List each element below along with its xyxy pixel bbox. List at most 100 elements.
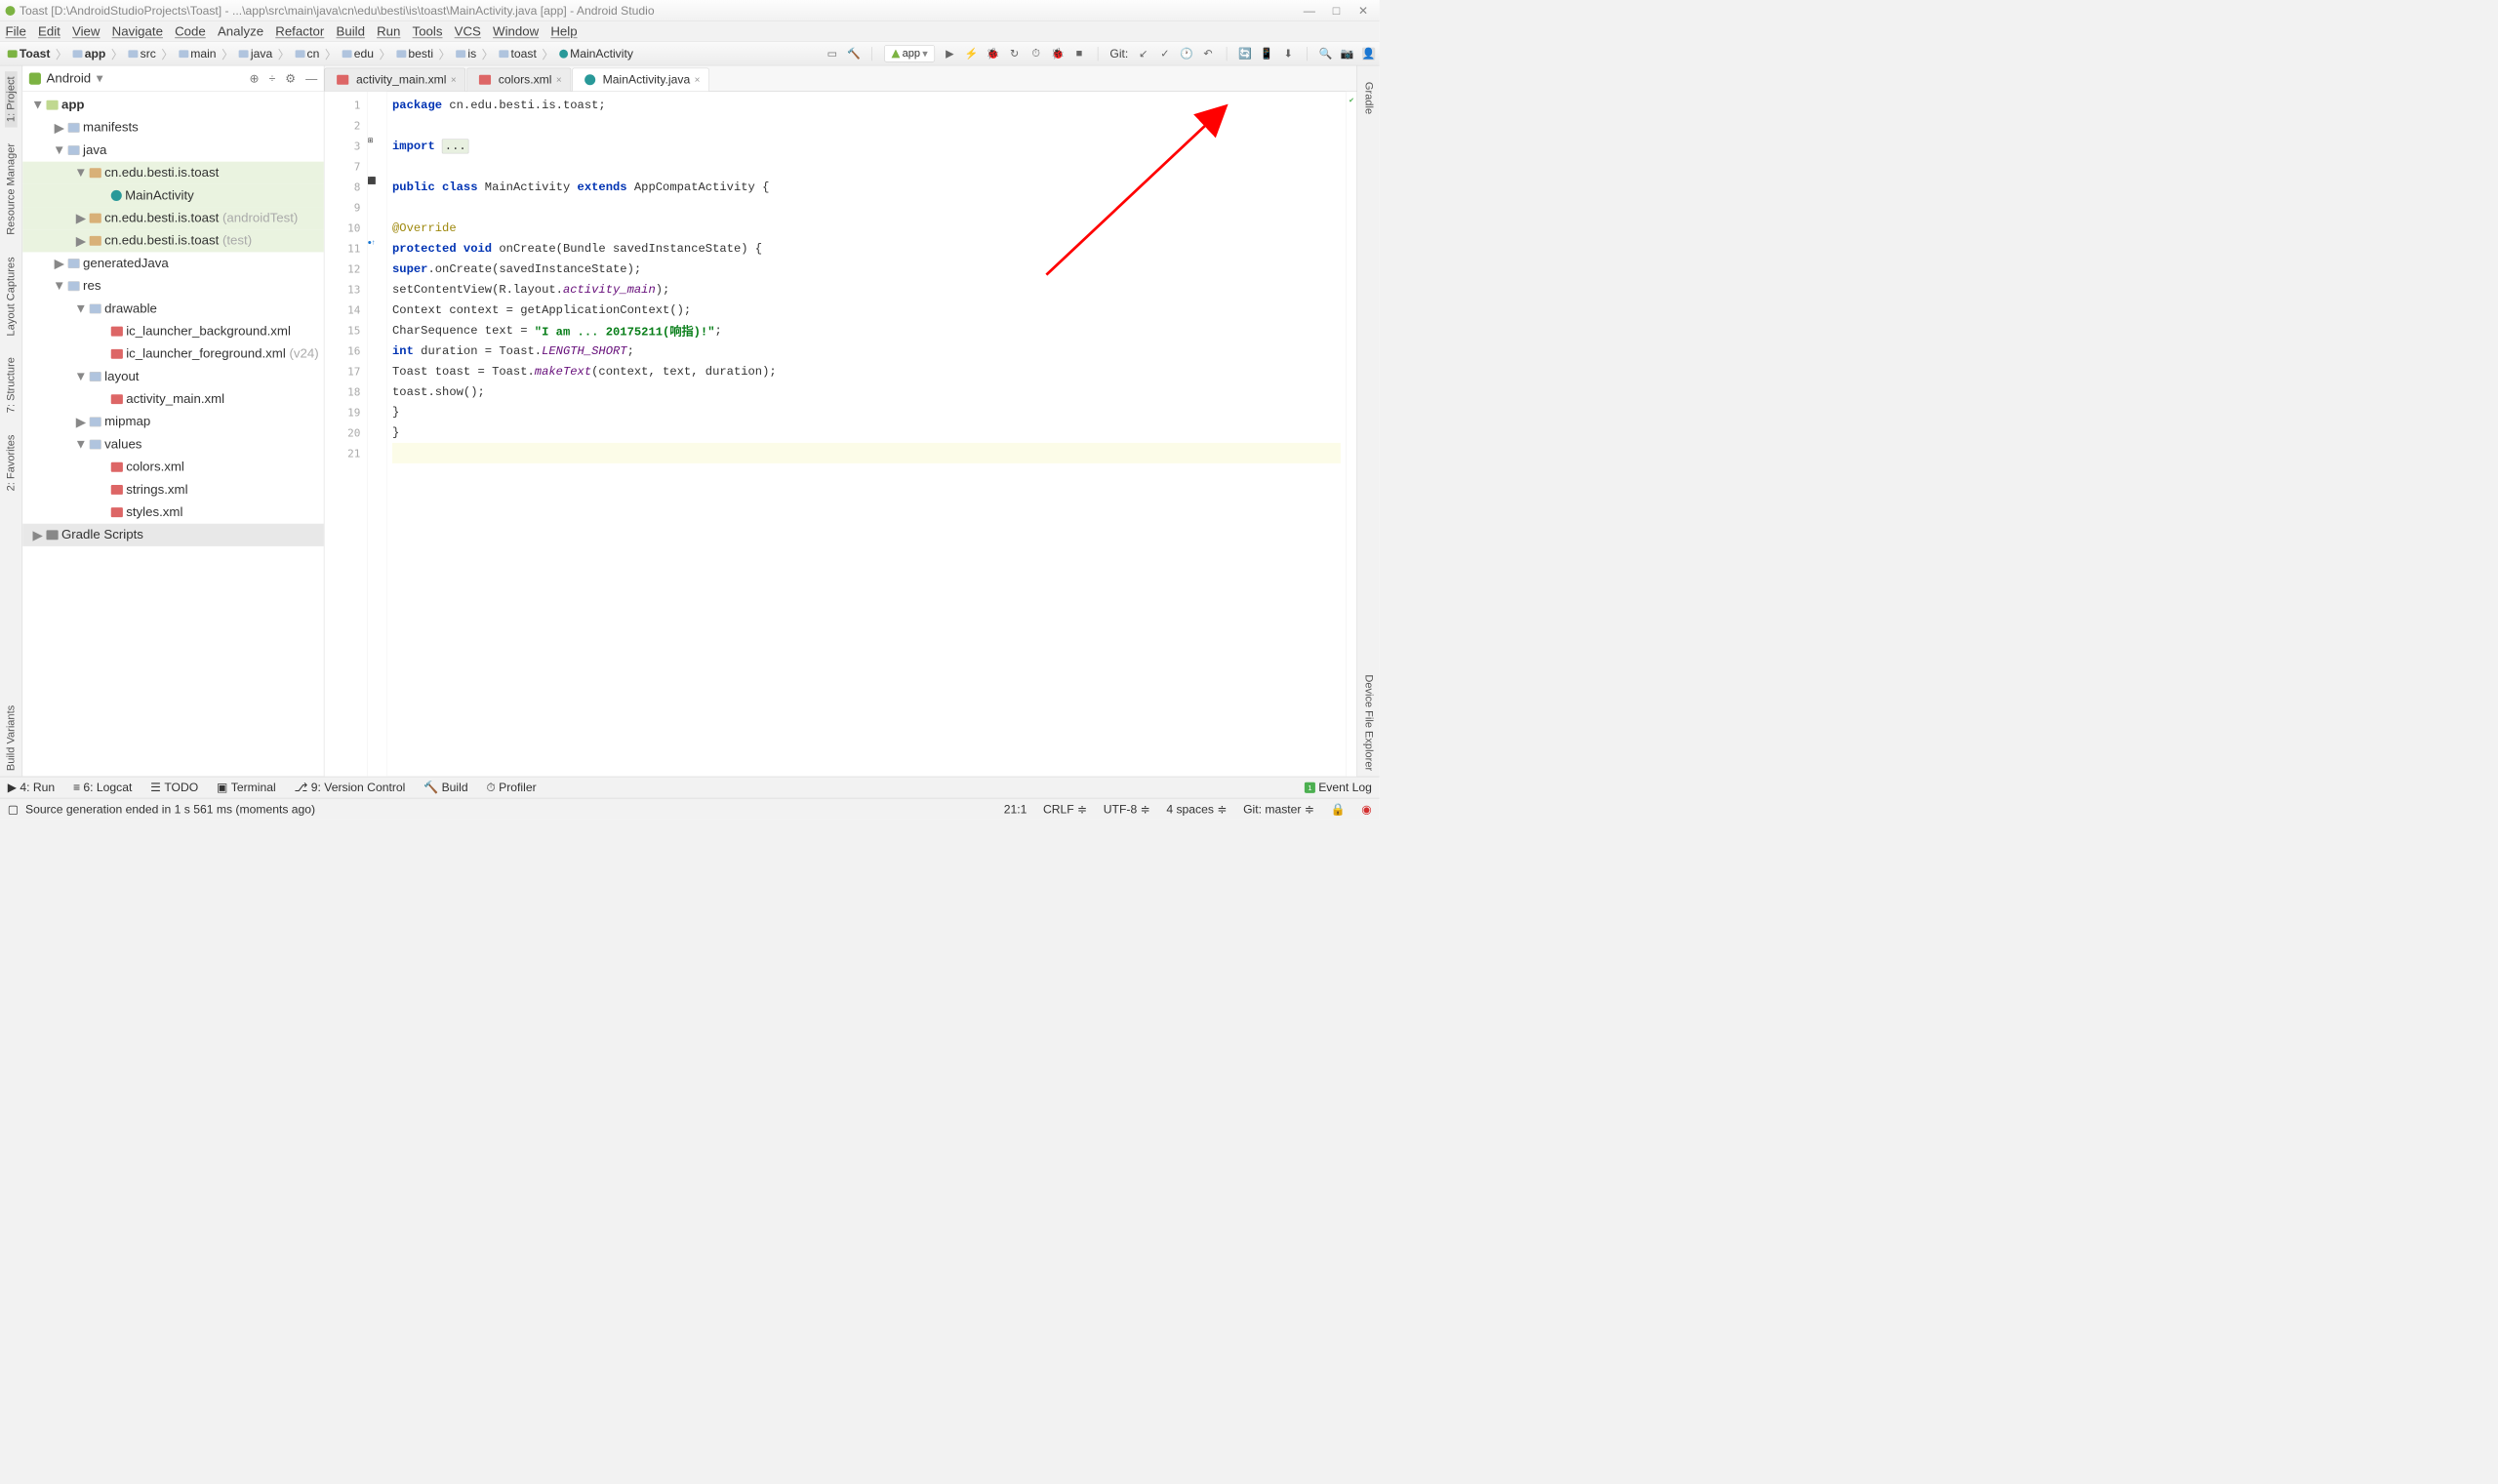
- side-tab-resource-manager[interactable]: Resource Manager: [5, 139, 18, 241]
- crumb-mainactivity[interactable]: MainActivity: [556, 46, 636, 62]
- git-pull-icon[interactable]: ↙: [1137, 47, 1149, 60]
- side-tab-device-explorer[interactable]: Device File Explorer: [1362, 669, 1375, 777]
- bottom-build[interactable]: 🔨 Build: [423, 781, 467, 794]
- hammer-icon[interactable]: 🔨: [847, 47, 860, 60]
- tree-layout[interactable]: ▼layout: [22, 365, 324, 387]
- tree-java[interactable]: ▼java: [22, 139, 324, 161]
- status-git[interactable]: Git: master ≑: [1243, 802, 1314, 816]
- tree-app[interactable]: ▼app: [22, 94, 324, 116]
- menu-refactor[interactable]: Refactor: [275, 24, 324, 39]
- user-icon[interactable]: 👤: [1362, 47, 1375, 60]
- menu-analyze[interactable]: Analyze: [218, 24, 263, 39]
- tree-generated[interactable]: ▶generatedJava: [22, 252, 324, 274]
- tree-icfg[interactable]: ic_launcher_foreground.xml (v24): [22, 342, 324, 365]
- menu-run[interactable]: Run: [377, 24, 400, 39]
- tree-res[interactable]: ▼res: [22, 275, 324, 298]
- menu-navigate[interactable]: Navigate: [112, 24, 163, 39]
- status-encoding[interactable]: UTF-8 ≑: [1104, 802, 1150, 816]
- bottom-run[interactable]: ▶ 4: Run: [8, 781, 55, 794]
- close-tab-icon[interactable]: ×: [556, 74, 562, 86]
- tree-manifests[interactable]: ▶manifests: [22, 116, 324, 139]
- tree-mainactivity[interactable]: MainActivity: [22, 184, 324, 207]
- bottom-vcs[interactable]: ⎇ 9: Version Control: [294, 781, 405, 794]
- menu-edit[interactable]: Edit: [38, 24, 60, 39]
- project-header[interactable]: Android ▾ ⊕ ÷ ⚙ —: [22, 65, 324, 92]
- device-select-icon[interactable]: ▭: [826, 47, 838, 60]
- tree-drawable[interactable]: ▼drawable: [22, 298, 324, 320]
- sync-gradle-icon[interactable]: 🔄: [1239, 47, 1252, 60]
- crumb-java[interactable]: java: [235, 46, 275, 62]
- crumb-app[interactable]: app: [69, 46, 108, 62]
- sdk-manager-icon[interactable]: ⬇: [1282, 47, 1295, 60]
- status-lock-icon[interactable]: 🔒: [1331, 802, 1346, 816]
- status-indent[interactable]: 4 spaces ≑: [1166, 802, 1227, 816]
- select-opened-icon[interactable]: ⊕: [250, 71, 260, 85]
- run-config-selector[interactable]: app ▾: [884, 45, 935, 61]
- dropdown-icon[interactable]: ▾: [97, 70, 103, 86]
- tree-strings[interactable]: strings.xml: [22, 478, 324, 501]
- avd-manager-icon[interactable]: 📱: [1261, 47, 1273, 60]
- bottom-event-log[interactable]: 1 Event Log: [1305, 781, 1372, 794]
- hide-icon[interactable]: —: [305, 71, 317, 85]
- bottom-terminal[interactable]: ▣ Terminal: [217, 781, 276, 794]
- side-tab-structure[interactable]: 7: Structure: [5, 352, 18, 419]
- tree-values[interactable]: ▼values: [22, 433, 324, 456]
- tab-activity-main[interactable]: activity_main.xml×: [324, 68, 465, 92]
- side-tab-layout-captures[interactable]: Layout Captures: [5, 252, 18, 341]
- menu-build[interactable]: Build: [336, 24, 364, 39]
- menu-tools[interactable]: Tools: [413, 24, 443, 39]
- tree-styles[interactable]: styles.xml: [22, 501, 324, 524]
- profile-icon[interactable]: ⏱: [1029, 47, 1042, 60]
- status-hide-icon[interactable]: ▢: [8, 802, 19, 816]
- git-history-icon[interactable]: 🕐: [1180, 47, 1192, 60]
- crumb-cn[interactable]: cn: [292, 46, 323, 62]
- menu-vcs[interactable]: VCS: [455, 24, 481, 39]
- collapse-icon[interactable]: ÷: [269, 71, 276, 85]
- crumb-toast[interactable]: Toast: [4, 46, 53, 62]
- project-tree[interactable]: ▼app ▶manifests ▼java ▼cn.edu.besti.is.t…: [22, 92, 324, 777]
- tree-actmain[interactable]: activity_main.xml: [22, 388, 324, 411]
- minimize-icon[interactable]: —: [1303, 4, 1315, 17]
- tree-pkg1[interactable]: ▼cn.edu.besti.is.toast: [22, 162, 324, 184]
- tab-colors[interactable]: colors.xml×: [466, 68, 571, 92]
- tree-colors[interactable]: colors.xml: [22, 456, 324, 478]
- git-revert-icon[interactable]: ↶: [1201, 47, 1214, 60]
- side-tab-build-variants[interactable]: Build Variants: [5, 700, 18, 776]
- coverage-icon[interactable]: ↻: [1008, 47, 1021, 60]
- git-commit-icon[interactable]: ✓: [1158, 47, 1171, 60]
- tree-pkg3[interactable]: ▶cn.edu.besti.is.toast (test): [22, 229, 324, 252]
- bottom-logcat[interactable]: ≡ 6: Logcat: [73, 781, 132, 794]
- status-line-sep[interactable]: CRLF ≑: [1043, 802, 1087, 816]
- crumb-toast2[interactable]: toast: [496, 46, 540, 62]
- crumb-is[interactable]: is: [453, 46, 480, 62]
- status-inspector-icon[interactable]: ◉: [1361, 802, 1372, 816]
- menu-file[interactable]: File: [6, 24, 26, 39]
- side-tab-project[interactable]: 1: Project: [5, 71, 18, 128]
- apply-changes-icon[interactable]: ⚡: [965, 47, 978, 60]
- bottom-profiler[interactable]: ⏱ Profiler: [486, 781, 536, 794]
- crumb-edu[interactable]: edu: [339, 46, 377, 62]
- stop-icon[interactable]: ■: [1072, 47, 1085, 60]
- crumb-src[interactable]: src: [125, 46, 159, 62]
- maximize-icon[interactable]: □: [1330, 4, 1343, 17]
- close-tab-icon[interactable]: ×: [451, 74, 457, 86]
- crumb-besti[interactable]: besti: [393, 46, 436, 62]
- screenshot-icon[interactable]: 📷: [1341, 47, 1353, 60]
- menu-view[interactable]: View: [72, 24, 100, 39]
- attach-debugger-icon[interactable]: 🐞: [1051, 47, 1064, 60]
- crumb-main[interactable]: main: [176, 46, 220, 62]
- code-editor[interactable]: 123789101112131415161718192021 ⊞⬛●↑ pack…: [324, 92, 1356, 777]
- tree-icbg[interactable]: ic_launcher_background.xml: [22, 320, 324, 342]
- run-icon[interactable]: ▶: [944, 47, 956, 60]
- bottom-todo[interactable]: ☰ TODO: [150, 781, 198, 794]
- tree-gradle-scripts[interactable]: ▶Gradle Scripts: [22, 524, 324, 546]
- close-icon[interactable]: ✕: [1356, 4, 1369, 17]
- search-icon[interactable]: 🔍: [1319, 47, 1332, 60]
- side-tab-favorites[interactable]: 2: Favorites: [5, 429, 18, 497]
- debug-icon[interactable]: 🐞: [987, 47, 999, 60]
- menu-window[interactable]: Window: [493, 24, 539, 39]
- menu-code[interactable]: Code: [175, 24, 206, 39]
- tree-pkg2[interactable]: ▶cn.edu.besti.is.toast (androidTest): [22, 207, 324, 229]
- tab-mainactivity[interactable]: MainActivity.java×: [572, 68, 709, 92]
- menu-help[interactable]: Help: [550, 24, 577, 39]
